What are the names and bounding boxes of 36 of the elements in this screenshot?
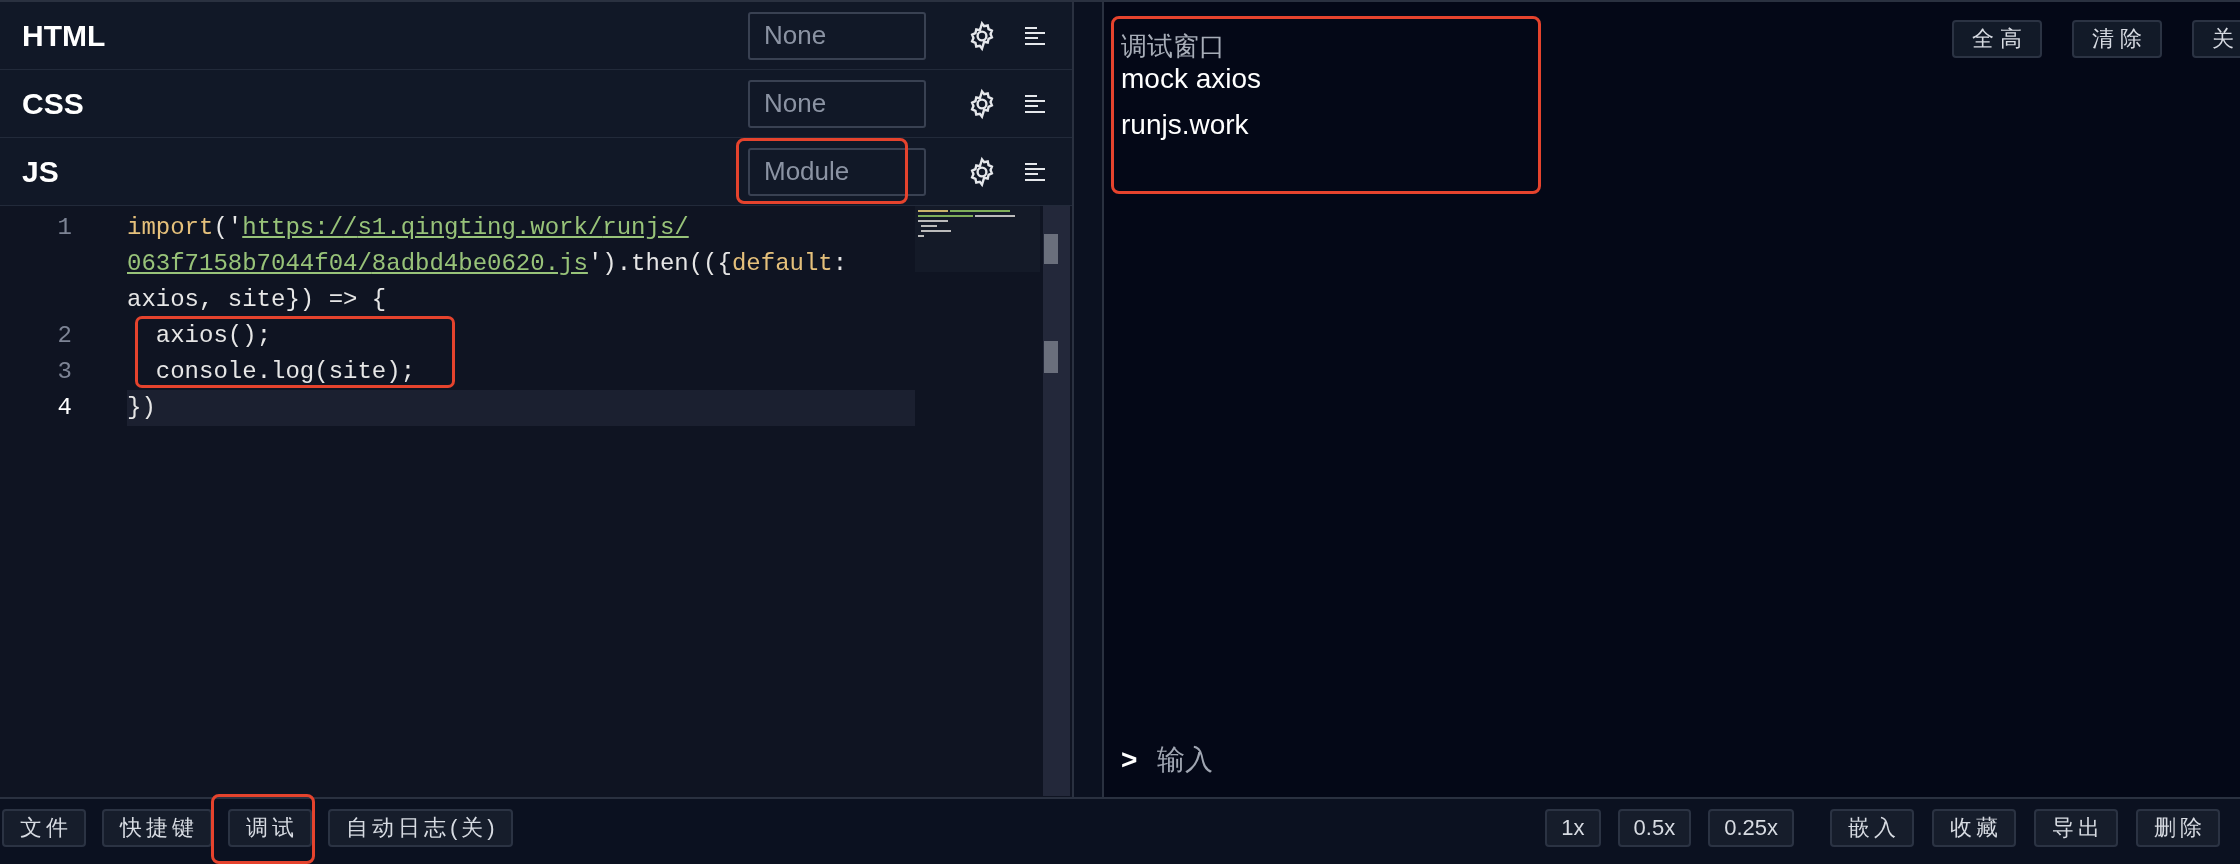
preprocessor-select[interactable]: None	[748, 11, 926, 60]
toolbar-button[interactable]: 导出	[2034, 808, 2118, 847]
editor-label: HTML	[22, 18, 107, 53]
code-line: console.log(site);	[154, 357, 417, 387]
toolbar-button[interactable]: 调试	[228, 808, 312, 847]
toolbar-button[interactable]: 收藏	[1932, 808, 2016, 847]
console-input[interactable]: 输入	[1157, 741, 1214, 779]
preprocessor-select[interactable]: None	[748, 79, 926, 128]
console-button[interactable]: 关	[2192, 20, 2240, 58]
zoom-button[interactable]: 0.25x	[1708, 808, 1794, 847]
console-button[interactable]: 清除	[2072, 20, 2162, 58]
console-title: 调试窗口	[1121, 30, 1226, 62]
prompt-icon: >	[1121, 744, 1138, 776]
format-icon[interactable]	[1024, 24, 1046, 47]
format-icon[interactable]	[1024, 92, 1046, 115]
console-log: mock axios	[1121, 62, 1263, 96]
toolbar-button[interactable]: 快捷键	[102, 808, 212, 847]
code-line: axios();	[154, 321, 273, 351]
zoom-button[interactable]: 0.5x	[1617, 808, 1692, 847]
line-number: 3	[56, 357, 72, 387]
zoom-button[interactable]: 1x	[1545, 808, 1601, 847]
console-button[interactable]: 全高	[1952, 20, 2042, 58]
toolbar-button[interactable]: 删除	[2136, 808, 2220, 847]
editor-label: JS	[22, 154, 60, 189]
console-log: runjs.work	[1121, 108, 1250, 142]
editor-label: CSS	[22, 86, 85, 121]
scrollbar[interactable]	[1043, 206, 1070, 796]
toolbar-button[interactable]: 自动日志(关)	[328, 808, 513, 847]
minimap-drawing[interactable]	[915, 206, 1040, 272]
toolbar-button[interactable]: 嵌入	[1830, 808, 1914, 847]
preprocessor-select[interactable]: Module	[748, 147, 926, 196]
line-number: 2	[56, 321, 72, 351]
line-number: 4	[56, 393, 72, 423]
line-number: 1	[56, 213, 72, 243]
toolbar-button[interactable]: 文件	[2, 808, 86, 847]
format-icon[interactable]	[1024, 160, 1046, 183]
